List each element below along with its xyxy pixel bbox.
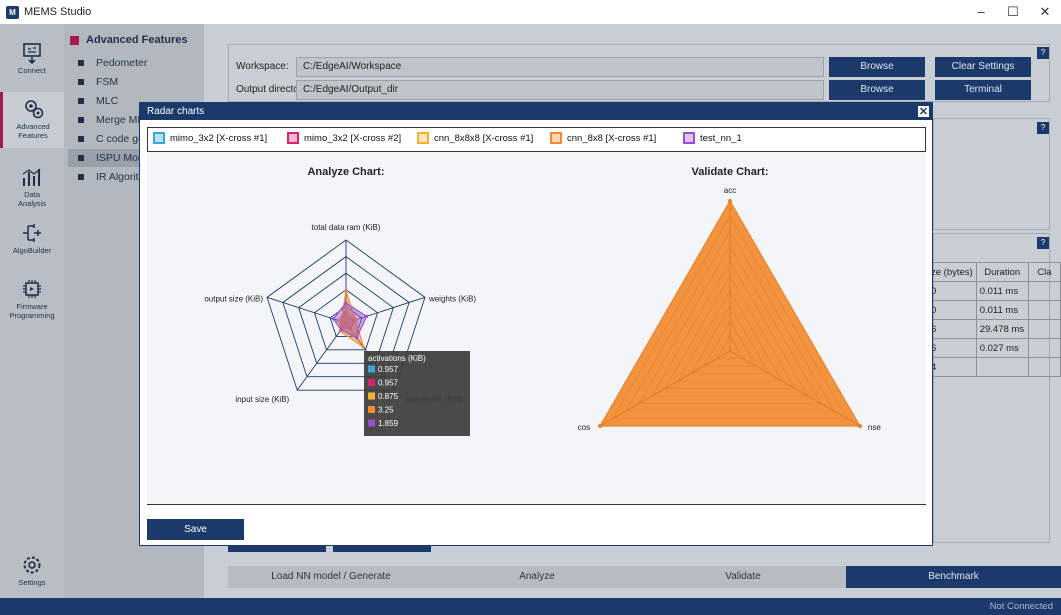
axis-label: total data ram (KiB) [312,223,381,232]
title-bar: M MEMS Studio – ☐ ✕ [0,0,1061,24]
chart-legend: mimo_3x2 [X-cross #1] mimo_3x2 [X-cross … [147,130,926,150]
axis-label: cos [578,423,590,432]
axis-label: nse [868,423,881,432]
radar-axis-line [296,322,347,391]
table-row[interactable]: 0 0.011 ms [927,300,1061,320]
workspace-field[interactable]: C:/EdgeAI/Workspace [296,57,824,77]
rail-item-firmware-programming[interactable]: Firmware Programming [0,272,64,328]
radar-series-point [361,345,366,349]
connection-status: Not Connected [989,601,1053,612]
firmware-programming-icon [23,280,41,298]
chart-title: Validate Chart: [691,166,768,178]
table-header: Cla [1027,262,1061,282]
tooltip-value: 1.859 [378,419,399,428]
axis-label: input size (KiB) [235,395,289,404]
maximize-button[interactable]: ☐ [997,0,1029,24]
radar-charts-dialog: Radar charts ✕ mimo_3x2 [X-cross #1] mim… [139,102,933,546]
rail-label: Data Analysis [18,190,46,208]
tooltip-swatch [368,406,375,413]
browse-workspace-button[interactable]: Browse [829,57,925,77]
dialog-title: Radar charts [140,103,932,120]
minimize-button[interactable]: – [965,0,997,24]
connect-icon [23,43,41,64]
window-title: MEMS Studio [24,6,92,18]
close-window-button[interactable]: ✕ [1029,0,1061,24]
rail-item-algobuilder[interactable]: AlgoBuilder [0,216,64,272]
tooltip-value: 3.25 [378,406,394,415]
table-row[interactable]: 6 0.027 ms [927,338,1061,358]
tooltip-swatch [368,419,375,427]
legend-item[interactable]: mimo_3x2 [X-cross #1] [153,132,267,144]
model-panel [933,118,1050,230]
tab-benchmark[interactable]: Benchmark [846,566,1061,588]
clear-settings-button[interactable]: Clear Settings [935,57,1031,77]
tooltip-value: 0.957 [378,379,399,388]
feature-menu-header: Advanced Features [70,34,187,46]
algobuilder-icon [23,224,41,242]
legend-item[interactable]: cnn_8x8 [X-cross #1] [550,132,656,144]
help-button-1[interactable]: ? [1037,47,1049,59]
terminal-button[interactable]: Terminal [935,80,1031,100]
table-header-row: ze (bytes) Duration Cla [927,262,1061,282]
dialog-close-button[interactable]: ✕ [917,105,930,118]
rail-item-advanced-features[interactable]: Advanced Features [0,92,64,148]
rail-label: Advanced Features [16,122,50,140]
chart-title: Analyze Chart: [307,166,384,178]
radar-series-point [355,336,359,340]
tooltip-title: activations (KiB) [368,354,426,363]
table-row[interactable]: 4 [927,357,1061,377]
radar-series-point [339,328,343,332]
rail-item-connect[interactable]: Connect [0,36,64,92]
help-button-2[interactable]: ? [1037,122,1049,134]
tooltip-value: 0.875 [378,392,399,401]
radar-series-point [331,317,335,321]
radar-series-point [344,289,348,294]
workspace-label: Workspace: [236,61,289,72]
output-directory-field[interactable]: C:/EdgeAI/Output_dir [296,80,824,100]
tab-validate[interactable]: Validate [640,566,846,588]
legend-item[interactable]: test_nn_1 [683,132,742,144]
radar-series-area [332,302,368,339]
tab-load-nn-model[interactable]: Load NN model / Generate [228,566,434,588]
data-analysis-icon [22,168,41,186]
help-button-3[interactable]: ? [1037,237,1049,249]
legend-item[interactable]: cnn_8x8x8 [X-cross #1] [417,132,533,144]
table-header: Duration [975,262,1029,282]
menu-item-pedometer[interactable]: Pedometer [78,54,202,72]
tooltip-swatch [368,379,375,386]
rail-label: Settings [18,578,46,587]
advanced-features-icon [24,100,43,119]
table-header: ze (bytes) [927,262,977,282]
rail-label: AlgoBuilder [12,246,52,255]
benchmark-table: ze (bytes) Duration Cla 0 0.011 ms 0 0.011… [927,262,1061,377]
menu-item-fsm[interactable]: FSM [78,73,202,91]
tooltip-swatch [368,365,375,373]
rail-label: Connect [18,66,46,75]
tooltip-value: 0.957 [378,365,399,374]
app-logo-icon: M [6,5,19,19]
rail-label: Firmware Programming [9,302,55,320]
tab-analyze[interactable]: Analyze [434,566,640,588]
rail-item-data-analysis[interactable]: Data Analysis [0,160,64,216]
bottom-tabs: Load NN model / Generate Analyze Validat… [228,566,1061,588]
left-rail: Connect Advanced Features Data Analysis … [0,24,64,598]
axis-label: output size (KiB) [204,294,263,303]
radar-charts: Analyze Chart: total data ram (KiB) weight… [204,166,881,436]
status-bar: Not Connected [0,598,1061,615]
browse-output-button[interactable]: Browse [829,80,925,100]
axis-label: acc [724,186,736,195]
table-row[interactable]: 0 0.011 ms [927,281,1061,301]
legend-item[interactable]: mimo_3x2 [X-cross #2] [287,132,401,144]
radar-series-point [364,314,369,318]
tooltip-swatch [368,392,375,400]
settings-icon [23,556,41,574]
rail-item-settings[interactable]: Settings [0,548,64,604]
axis-label: weights (KiB) [428,294,476,303]
radar-series-point [344,301,348,305]
table-row[interactable]: 6 29.478 ms [927,319,1061,339]
save-button[interactable]: Save [147,519,244,540]
